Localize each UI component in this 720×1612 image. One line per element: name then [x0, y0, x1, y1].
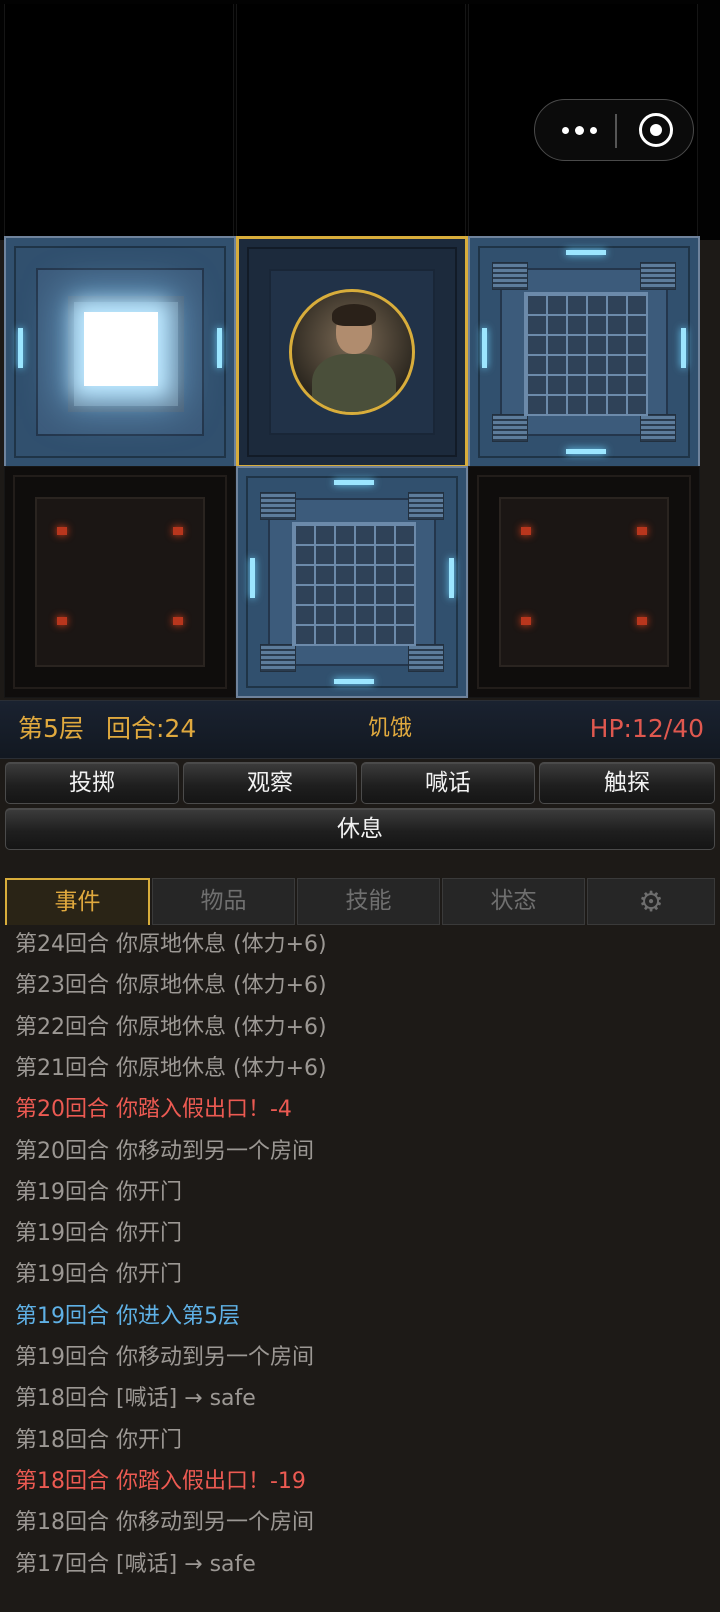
room-current[interactable] [236, 236, 468, 468]
tab-items[interactable]: 物品 [152, 878, 295, 925]
hp-display: HP:12/40 [589, 714, 704, 743]
log-entry: 第18回合 [喊话] → safe [15, 1386, 256, 1412]
log-entry: 第18回合 你开门 [15, 1427, 182, 1453]
top-blank-area [0, 0, 720, 240]
event-log[interactable]: 第24回合 你原地休息 (体力+6) 第23回合 你原地休息 (体力+6) 第22回… [0, 928, 720, 1612]
floor-grate-icon [292, 522, 416, 646]
log-entry: 第18回合 你移动到另一个房间 [15, 1510, 314, 1536]
room-grate[interactable] [468, 236, 700, 468]
probe-button[interactable]: 触探 [539, 762, 715, 804]
room-unexplored[interactable] [4, 466, 236, 698]
log-entry: 第21回合 你原地休息 (体力+6) [15, 1055, 327, 1081]
close-target-icon[interactable] [639, 113, 673, 147]
offscreen-room-column [4, 4, 234, 236]
floor-label: 第5层 [18, 714, 84, 743]
log-entry: 第19回合 你开门 [15, 1262, 182, 1288]
room-exit-portal[interactable] [4, 236, 236, 468]
status-bar: 第5层 回合:24 饥饿 HP:12/40 [0, 700, 720, 759]
log-entry: 第23回合 你原地休息 (体力+6) [15, 973, 327, 999]
tab-settings[interactable]: ⚙ [587, 878, 715, 925]
tab-events[interactable]: 事件 [5, 878, 150, 925]
more-icon[interactable] [555, 117, 603, 143]
tab-status[interactable]: 状态 [442, 878, 585, 925]
log-entry: 第18回合 你踏入假出口！-19 [15, 1468, 306, 1494]
log-entry: 第19回合 你开门 [15, 1179, 182, 1205]
hunger-status: 饥饿 [368, 716, 413, 741]
capsule-divider [615, 114, 617, 148]
observe-button[interactable]: 观察 [183, 762, 357, 804]
player-avatar [289, 289, 415, 415]
portal-light-icon [84, 312, 158, 386]
mini-program-capsule [534, 99, 694, 161]
log-entry: 第19回合 你开门 [15, 1221, 182, 1247]
rest-button[interactable]: 休息 [5, 808, 715, 850]
log-entry: 第20回合 你移动到另一个房间 [15, 1138, 314, 1164]
room-unexplored[interactable] [468, 466, 700, 698]
log-entry: 第24回合 你原地休息 (体力+6) [15, 932, 327, 957]
floor-grate-icon [524, 292, 648, 416]
throw-button[interactable]: 投掷 [5, 762, 179, 804]
log-entry: 第20回合 你踏入假出口！-4 [15, 1097, 292, 1123]
log-entry: 第19回合 你进入第5层 [15, 1303, 240, 1329]
log-entry: 第17回合 [喊话] → safe [15, 1551, 256, 1577]
turn-counter: 回合:24 [106, 714, 197, 743]
tab-skills[interactable]: 技能 [297, 878, 440, 925]
offscreen-room-column [236, 4, 466, 236]
room-grate[interactable] [236, 466, 468, 698]
gear-icon: ⚙ [638, 885, 664, 918]
log-entry: 第19回合 你移动到另一个房间 [15, 1345, 314, 1370]
log-entry: 第22回合 你原地休息 (体力+6) [15, 1014, 327, 1040]
shout-button[interactable]: 喊话 [361, 762, 535, 804]
